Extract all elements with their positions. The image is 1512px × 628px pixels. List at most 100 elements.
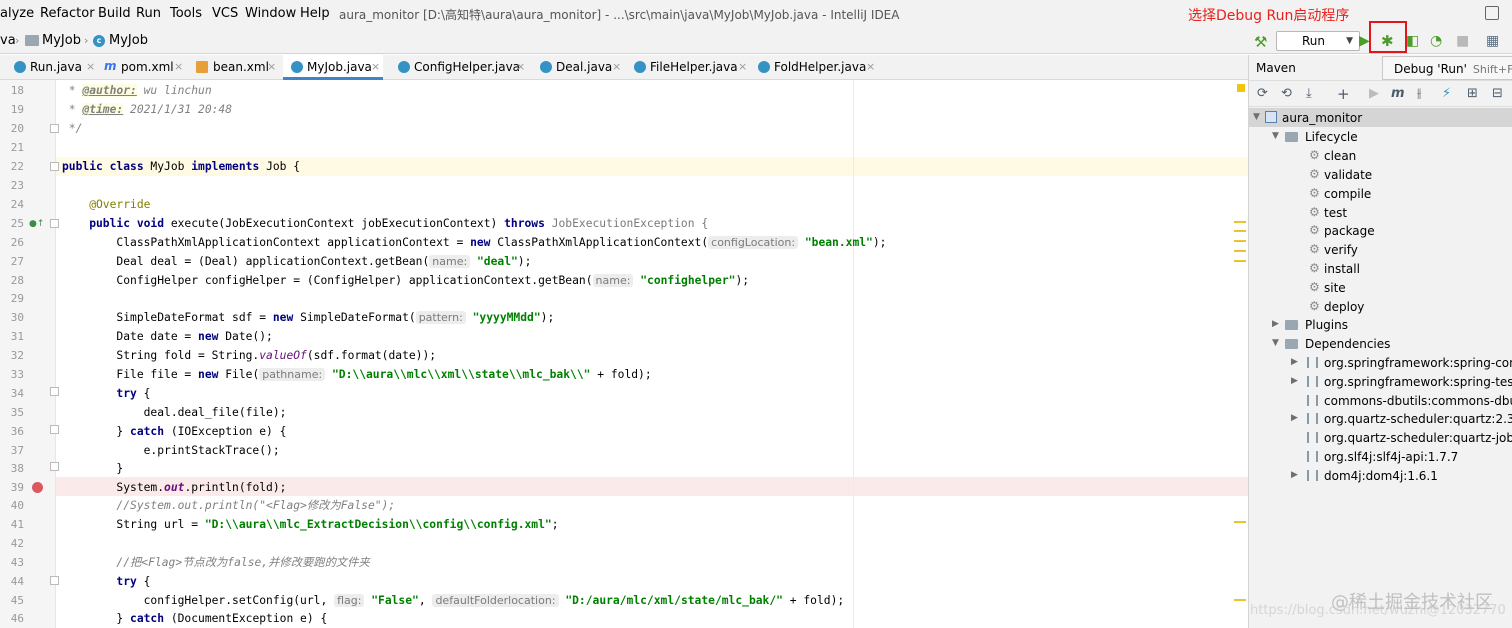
lifecycle-compile[interactable]: compile xyxy=(1324,187,1371,201)
lifecycle-package[interactable]: package xyxy=(1324,224,1375,238)
line-number: 39 xyxy=(10,481,24,494)
breadcrumb-folder[interactable]: MyJob xyxy=(42,33,81,48)
tab-bean-xml[interactable]: bean.xml × xyxy=(196,55,280,80)
code-line-39: System.out.println(fold); xyxy=(62,481,287,494)
expand-arrow-icon[interactable]: ▼ xyxy=(1272,338,1279,348)
lifecycle-verify[interactable]: verify xyxy=(1324,243,1358,257)
close-icon[interactable]: × xyxy=(371,55,380,79)
error-stripe-mark[interactable] xyxy=(1234,230,1246,232)
fold-marker[interactable] xyxy=(50,219,59,228)
reload-icon[interactable]: ⟳ xyxy=(1257,86,1268,102)
collapse-all-icon[interactable]: ⊟ xyxy=(1492,86,1503,102)
fold-marker[interactable] xyxy=(50,576,59,585)
tab-deal-java[interactable]: Deal.java × xyxy=(540,55,621,80)
tree-lifecycle[interactable]: Lifecycle xyxy=(1305,130,1358,144)
parameter-hint: flag: xyxy=(334,594,365,607)
menu-run[interactable]: Run xyxy=(136,6,161,21)
expand-arrow-icon[interactable]: ▶ xyxy=(1291,357,1298,367)
stop-icon[interactable]: ■ xyxy=(1456,33,1469,49)
tree-root-aura-monitor[interactable]: aura_monitor xyxy=(1282,111,1362,125)
breakpoint-icon[interactable] xyxy=(32,482,43,493)
dependency-item[interactable]: org.slf4j:slf4j-api:1.7.7 xyxy=(1324,450,1458,464)
code-line-25: public void execute(JobExecutionContext … xyxy=(62,217,709,230)
tab-foldhelper-java[interactable]: FoldHelper.java × xyxy=(758,55,878,80)
close-icon[interactable]: × xyxy=(866,55,875,79)
close-icon[interactable]: × xyxy=(174,55,183,79)
download-icon[interactable]: ⤓ xyxy=(1306,86,1312,102)
tab-pom-xml[interactable]: m pom.xml × xyxy=(104,55,188,80)
expand-arrow-icon[interactable]: ▼ xyxy=(1272,131,1279,141)
expand-arrow-icon[interactable]: ▼ xyxy=(1253,112,1260,122)
show-dependencies-icon[interactable]: ⊞ xyxy=(1467,86,1478,102)
tab-run-java[interactable]: Run.java × xyxy=(14,55,96,80)
debug-button-highlight xyxy=(1369,21,1407,53)
dependency-item[interactable]: dom4j:dom4j:1.6.1 xyxy=(1324,469,1438,483)
close-icon[interactable]: × xyxy=(612,55,621,79)
coverage-icon[interactable]: ◧ xyxy=(1406,33,1419,49)
lifecycle-install[interactable]: install xyxy=(1324,262,1360,276)
tree-dependencies[interactable]: Dependencies xyxy=(1305,337,1390,351)
error-stripe-mark[interactable] xyxy=(1234,250,1246,252)
fold-marker[interactable] xyxy=(50,162,59,171)
tab-confighelper-java[interactable]: ConfigHelper.java × xyxy=(398,55,526,80)
lifecycle-site[interactable]: site xyxy=(1324,281,1346,295)
execute-goal-icon[interactable]: m xyxy=(1391,86,1405,102)
menu-refactor[interactable]: Refactor xyxy=(40,6,95,21)
breadcrumb-class[interactable]: MyJob xyxy=(109,33,148,48)
add-icon[interactable]: + xyxy=(1337,86,1350,102)
toggle-offline-icon[interactable]: ⫲ xyxy=(1417,86,1421,102)
tab-filehelper-java[interactable]: FileHelper.java × xyxy=(634,55,750,80)
menu-help[interactable]: Help xyxy=(300,6,330,21)
expand-arrow-icon[interactable]: ▶ xyxy=(1291,470,1298,480)
menu-tools[interactable]: Tools xyxy=(170,6,202,21)
expand-arrow-icon[interactable]: ▶ xyxy=(1291,413,1298,423)
code-line-22: public class MyJob implements Job { xyxy=(62,160,301,173)
profiler-icon[interactable]: ◔ xyxy=(1430,33,1442,49)
error-stripe-mark[interactable] xyxy=(1234,221,1246,223)
watermark-brand: @稀土掘金技术社区 xyxy=(1331,592,1493,613)
dependency-item[interactable]: org.springframework:spring-conte xyxy=(1324,356,1512,370)
fold-marker[interactable] xyxy=(50,124,59,133)
menu-analyze[interactable]: alyze xyxy=(0,6,34,21)
fold-marker[interactable] xyxy=(50,425,59,434)
inspection-status-icon[interactable] xyxy=(1237,84,1245,92)
override-gutter-icon[interactable]: ●↑ xyxy=(29,219,44,229)
expand-arrow-icon[interactable]: ▶ xyxy=(1291,376,1298,386)
fold-marker[interactable] xyxy=(50,387,59,396)
breadcrumb-package[interactable]: va xyxy=(0,33,16,48)
dependency-item[interactable]: org.springframework:spring-test:5 xyxy=(1324,375,1512,389)
close-icon[interactable]: × xyxy=(738,55,747,79)
line-number: 19 xyxy=(10,103,24,116)
project-structure-icon[interactable]: ▦ xyxy=(1486,33,1499,49)
menu-vcs[interactable]: VCS xyxy=(212,6,238,21)
error-stripe-mark[interactable] xyxy=(1234,521,1246,523)
tab-myjob-java[interactable]: MyJob.java × xyxy=(283,55,383,80)
lifecycle-deploy[interactable]: deploy xyxy=(1324,300,1364,314)
expand-arrow-icon[interactable]: ▶ xyxy=(1272,319,1279,329)
fold-marker[interactable] xyxy=(50,462,59,471)
lifecycle-validate[interactable]: validate xyxy=(1324,168,1372,182)
dependency-item[interactable]: commons-dbutils:commons-dbutil xyxy=(1324,394,1512,408)
close-icon[interactable]: × xyxy=(267,55,276,79)
skip-tests-icon[interactable]: ⚡ xyxy=(1442,86,1451,102)
generate-sources-icon[interactable]: ⟲ xyxy=(1281,86,1292,102)
maximize-button[interactable] xyxy=(1485,6,1499,20)
menu-window[interactable]: Window xyxy=(245,6,296,21)
error-stripe-mark[interactable] xyxy=(1234,260,1246,262)
error-stripe-mark[interactable] xyxy=(1234,599,1246,601)
error-stripe-mark[interactable] xyxy=(1234,240,1246,242)
code-editor[interactable]: ●↑ 18 19 20 21 22 23 24 25 26 27 28 29 30 31 32 33 34 35 3… xyxy=(0,80,1248,628)
dependency-item[interactable]: org.quartz-scheduler:quartz:2.3.2 xyxy=(1324,412,1512,426)
close-icon[interactable]: × xyxy=(86,55,95,79)
run-config-dropdown[interactable]: Run ▼ xyxy=(1276,31,1360,51)
run-icon[interactable]: ▶ xyxy=(1369,86,1379,102)
dependency-item[interactable]: org.quartz-scheduler:quartz-jobs:2 xyxy=(1324,431,1512,445)
tab-label: FoldHelper.java xyxy=(774,60,867,74)
lifecycle-clean[interactable]: clean xyxy=(1324,149,1356,163)
tree-plugins[interactable]: Plugins xyxy=(1305,318,1348,332)
build-hammer-icon[interactable]: ⚒ xyxy=(1254,33,1267,51)
menu-build[interactable]: Build xyxy=(98,6,131,21)
line-number: 21 xyxy=(10,141,24,154)
lifecycle-test[interactable]: test xyxy=(1324,206,1347,220)
close-icon[interactable]: × xyxy=(516,55,525,79)
